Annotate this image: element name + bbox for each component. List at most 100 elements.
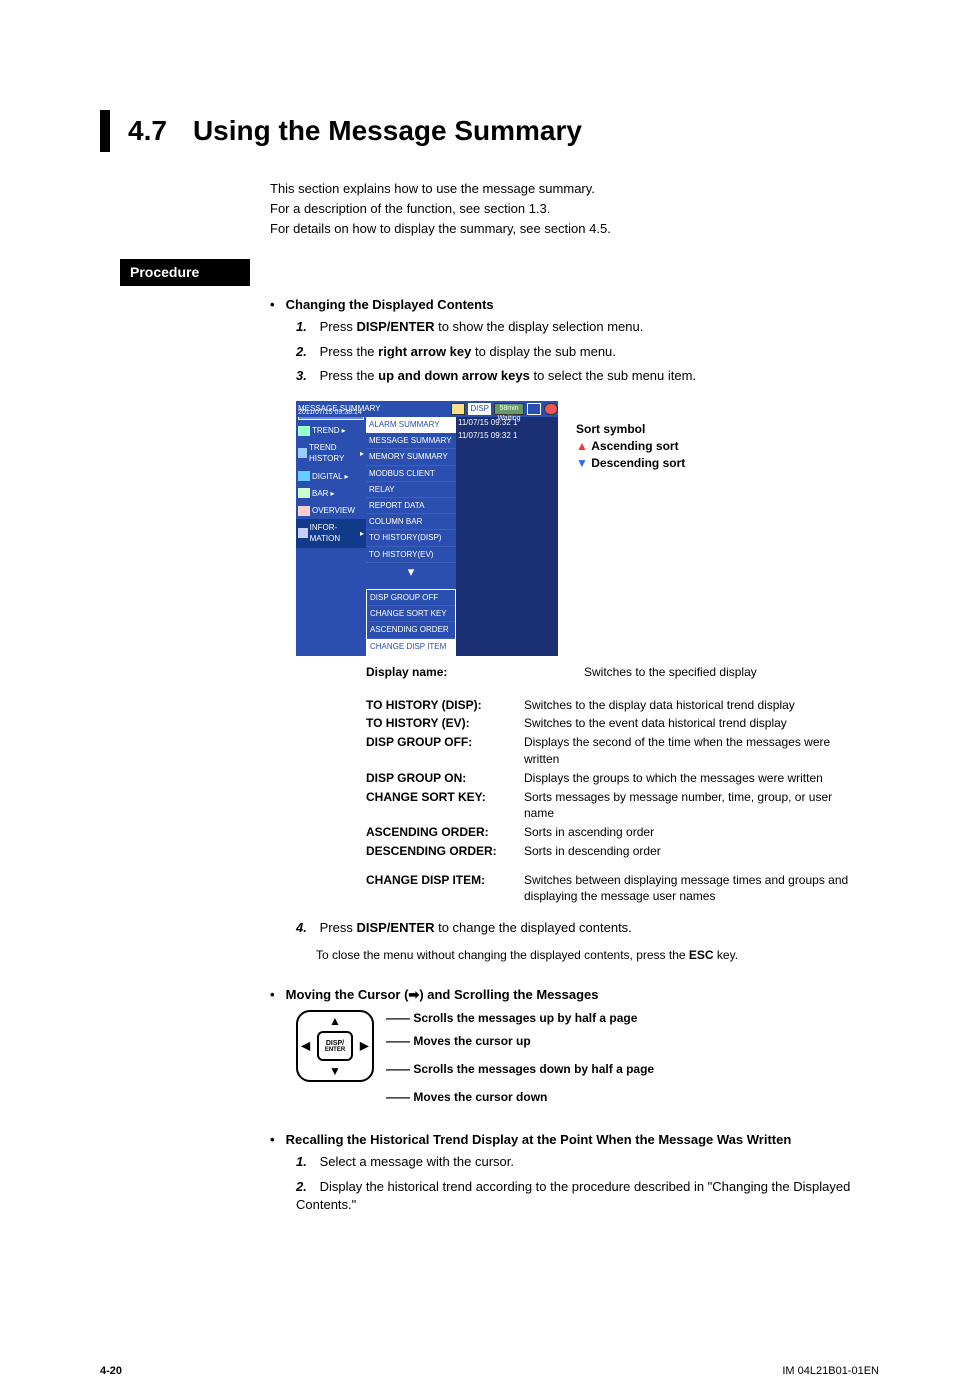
menu-trend-history[interactable]: TREND HISTORY▸ [296,439,366,467]
dpad-center: DISP/ ENTER [317,1031,353,1061]
recall-step-1-text: Select a message with the cursor. [320,1154,514,1169]
cursor-lbl-move-down: —— Moves the cursor down [386,1089,654,1105]
sub-report-data[interactable]: REPORT DATA [366,498,456,514]
ui-left-col: ESC TREND▸ TREND HISTORY▸ DIGITAL▸ BAR▸ … [296,401,366,656]
sub-modbus-client[interactable]: MODBUS CLIENT [366,466,456,482]
step-1-post: to show the display selection menu. [434,319,643,334]
steps-changing-cont: 4. Press DISP/ENTER to change the displa… [296,919,879,937]
chevron-right-icon: ▸ [342,425,346,436]
desc-order-val: Sorts in descending order [524,843,856,860]
figure-display-menu: MESSAGE SUMMARY DISP 58min Waiting 2011/… [296,401,856,905]
change-disp-item-key: CHANGE DISP ITEM: [366,872,524,889]
intro-line-1: This section explains how to use the mes… [270,180,879,198]
sub-change-disp-item[interactable]: CHANGE DISP ITEM [367,639,455,655]
sub-to-history-ev[interactable]: TO HISTORY(EV) [366,547,456,563]
sub-memory-summary[interactable]: MEMORY SUMMARY [366,449,456,465]
dpad-enter-label: ENTER [325,1047,345,1053]
step-2-pre: Press the [320,344,379,359]
sub-column-bar[interactable]: COLUMN BAR [366,514,456,530]
sub-disp-group-off[interactable]: DISP GROUP OFF [367,590,455,606]
step-2-post: to display the sub menu. [471,344,616,359]
callouts-block: Display name: Switches to the specified … [296,660,856,906]
disp-enter-key-2: DISP/ENTER [356,920,434,935]
change-sort-key-val: Sorts messages by message number, time, … [524,789,856,823]
asc-order-key: ASCENDING ORDER: [366,824,524,841]
step-4-num: 4. [296,919,316,937]
history-icon [298,448,307,458]
ui-datetime: 2011/07/15 09:38:14 [298,408,362,418]
bar-icon [298,488,310,498]
figure-cursor-pad: ▲ ▼ ◀ ▶ DISP/ ENTER —— Scrolls the messa… [296,1010,879,1111]
ui-mid-block2: DISP GROUP OFF CHANGE SORT KEY ASCENDING… [366,589,456,656]
intro-line-2: For a description of the function, see s… [270,200,879,218]
dpad-disp-label: DISP/ [326,1040,344,1047]
subhead-changing: • Changing the Displayed Contents [270,296,879,314]
step-4-note: To close the menu without changing the d… [316,947,879,964]
step-2: 2. Press the right arrow key to display … [296,343,879,361]
disp-group-off-val: Displays the second of the time when the… [524,734,856,768]
disp-group-off-key: DISP GROUP OFF: [366,734,524,751]
ui-right-col: ⊝ Time Grp 11/07/15 09:32 1 11/07/15 09:… [456,401,558,656]
menu-information[interactable]: INFOR- MATION▸ [296,519,366,547]
recall-step-1-num: 1. [296,1153,316,1171]
disp-group-on-val: Displays the groups to which the message… [524,770,856,787]
disp-enter-key: DISP/ENTER [356,319,434,334]
step-3: 3. Press the up and down arrow keys to s… [296,367,879,385]
chevron-right-icon: ▸ [345,471,349,482]
step-3-pre: Press the [320,368,379,383]
chevron-right-icon: ▸ [360,528,364,539]
doc-id: IM 04L21B01-01EN [782,1364,879,1379]
menu-overview[interactable]: OVERVIEW [296,502,366,519]
sub-to-history-disp[interactable]: TO HISTORY(DISP) [366,530,456,546]
change-disp-item-val: Switches between displaying message time… [524,872,856,906]
step-1-pre: Press [320,319,357,334]
sub-relay[interactable]: RELAY [366,482,456,498]
section-title: Using the Message Summary [193,111,582,150]
up-down-arrow-keys: up and down arrow keys [378,368,530,383]
display-name-key: Display name: [366,664,584,681]
sub-change-sort-key[interactable]: CHANGE SORT KEY [367,606,455,622]
sub-alarm-summary[interactable]: ALARM SUMMARY [366,417,456,433]
asc-sort-label: Ascending sort [591,439,678,453]
sort-symbol-block: Sort symbol ▲ Ascending sort ▼ Descendin… [576,421,866,471]
data-row-2: 11/07/15 09:32 1 [456,429,558,442]
desc-sort-row: ▼ Descending sort [576,455,866,472]
triangle-right-icon: ▶ [360,1038,369,1055]
digital-icon [298,471,310,481]
badge-wait: 58min Waiting [494,403,524,415]
sub-ascending-order[interactable]: ASCENDING ORDER [367,622,455,638]
desc-sort-label: Descending sort [591,456,685,470]
right-arrow-key: right arrow key [378,344,471,359]
step-2-num: 2. [296,343,316,361]
chevron-down-icon: ▾ [366,563,456,581]
section-header: 4.7 Using the Message Summary [100,110,879,152]
subhead-moving-cursor: • Moving the Cursor (➡) and Scrolling th… [270,986,879,1004]
menu-trend[interactable]: TREND▸ [296,422,366,439]
triangle-up-icon: ▲ [329,1013,341,1030]
ui-mid-col: Msg ALARM SUMMARY MESSAGE SUMMARY MEMORY… [366,401,456,656]
subhead-changing-text: Changing the Displayed Contents [286,297,494,312]
camera-icon [527,403,541,415]
triangle-left-icon: ◀ [301,1038,310,1055]
intro-block: This section explains how to use the mes… [270,180,879,239]
change-sort-key-key: CHANGE SORT KEY: [366,789,524,806]
procedure-tag: Procedure [120,259,250,287]
asc-sort-row: ▲ Ascending sort [576,438,866,455]
triangle-up-icon: ▲ [576,439,588,453]
subhead-moving-post: ) and Scrolling the Messages [419,987,598,1002]
asc-order-val: Sorts in ascending order [524,824,856,841]
sub-message-summary[interactable]: MESSAGE SUMMARY [366,433,456,449]
menu-digital[interactable]: DIGITAL▸ [296,468,366,485]
disp-group-on-key: DISP GROUP ON: [366,770,524,787]
step-4-pre: Press [320,920,357,935]
esc-key: ESC [689,948,714,962]
bullet-icon: • [270,986,282,1004]
steps-changing: 1. Press DISP/ENTER to show the display … [296,318,879,385]
step-1-num: 1. [296,318,316,336]
info-icon [298,528,308,538]
subhead-recalling: • Recalling the Historical Trend Display… [270,1131,879,1149]
section-number: 4.7 [128,111,167,150]
chevron-right-icon: ▸ [330,488,334,499]
menu-bar[interactable]: BAR▸ [296,485,366,502]
page-number: 4-20 [100,1364,122,1379]
